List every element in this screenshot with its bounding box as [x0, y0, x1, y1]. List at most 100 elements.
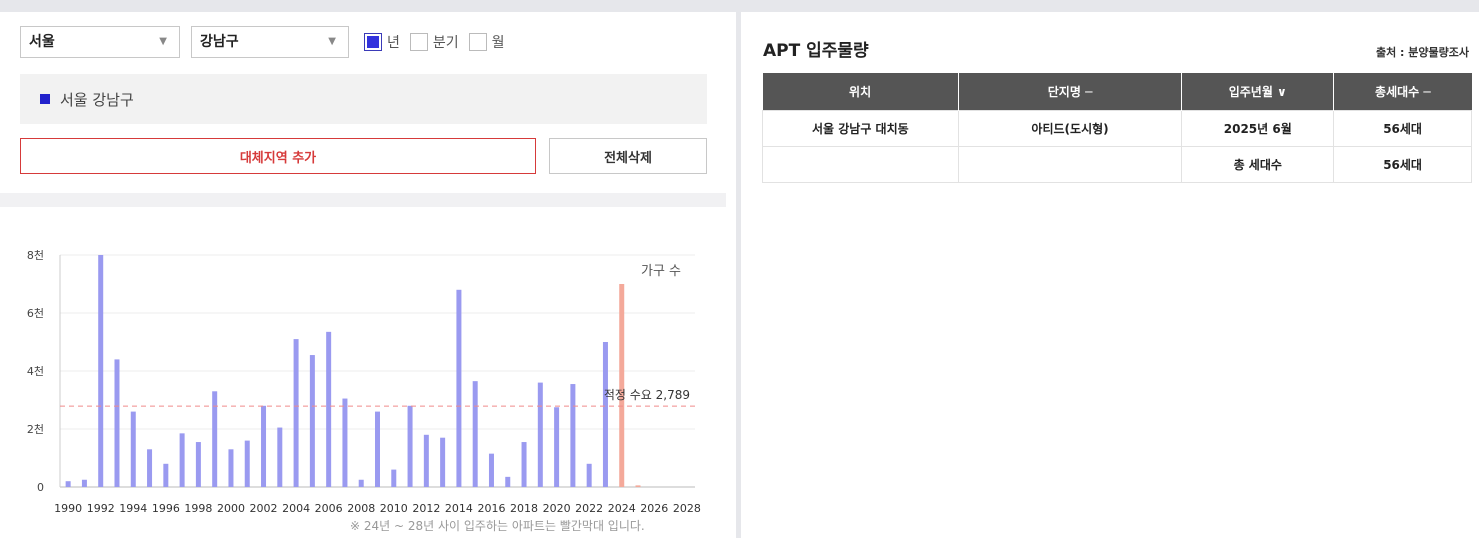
- y-tick-label: 4천: [27, 364, 44, 378]
- bar-2016: [488, 453, 494, 487]
- delete-all-button[interactable]: 전체삭제: [549, 138, 707, 174]
- x-tick-label: 1998: [184, 502, 212, 512]
- cell-move-in: 2025년 6월: [1181, 109, 1335, 147]
- x-tick-label: 2004: [282, 502, 310, 512]
- table-row[interactable]: 서울 강남구 대치동 아티드(도시형) 2025년 6월 56세대: [762, 109, 1472, 147]
- bar-2024: [619, 284, 625, 487]
- x-tick-label: 2014: [445, 502, 473, 512]
- selected-region-bar: 서울 강남구: [20, 74, 707, 124]
- summary-total: 56세대: [1333, 145, 1472, 183]
- bar-2006: [326, 331, 332, 487]
- bar-2005: [309, 355, 315, 487]
- chart-footnote: ※ 24년 ~ 28년 사이 입주하는 아파트는 빨간막대 입니다.: [350, 519, 645, 533]
- column-header-location[interactable]: 위치: [762, 73, 959, 110]
- x-tick-label: 2018: [510, 502, 538, 512]
- bar-2022: [586, 463, 592, 487]
- bar-2015: [472, 381, 478, 487]
- bar-2025: [635, 485, 641, 487]
- apt-source-label: 출처 : 분양물량조사: [1375, 46, 1469, 59]
- bar-1997: [179, 433, 185, 487]
- bar-2001: [244, 440, 250, 487]
- apt-supply-panel: APT 입주물량 출처 : 분양물량조사 위치 단지명 ─ 입주년월 ∨ 총세대…: [741, 12, 1479, 538]
- bar-2014: [456, 289, 462, 487]
- column-header-move-in[interactable]: 입주년월 ∨: [1181, 73, 1335, 110]
- x-tick-label: 2006: [315, 502, 343, 512]
- bar-2004: [293, 339, 299, 487]
- column-header-complex[interactable]: 단지명 ─: [958, 73, 1183, 110]
- section-divider: [0, 193, 726, 207]
- x-tick-label: 2000: [217, 502, 245, 512]
- city-select[interactable]: 서울 ▼: [20, 26, 180, 58]
- bar-2011: [407, 405, 413, 487]
- bar-1995: [147, 449, 153, 487]
- cell-complex: 아티드(도시형): [957, 109, 1183, 147]
- selected-region-label: 서울 강남구: [60, 90, 134, 109]
- x-tick-label: 2012: [412, 502, 440, 512]
- bar-2023: [602, 342, 608, 487]
- cell-households: 56세대: [1333, 109, 1472, 147]
- bar-1992: [98, 255, 104, 487]
- bar-2019: [537, 382, 543, 487]
- table-summary-row: 총 세대수 56세대: [762, 145, 1472, 183]
- y-tick-label: 2천: [27, 422, 44, 436]
- y-tick-label: 6천: [27, 306, 44, 320]
- bar-1996: [163, 463, 169, 487]
- bar-2003: [277, 427, 283, 487]
- bar-2018: [521, 442, 527, 487]
- bar-2017: [505, 476, 511, 487]
- x-tick-label: 1990: [54, 502, 82, 512]
- bar-2020: [554, 407, 560, 487]
- bar-2021: [570, 384, 576, 487]
- cell-empty: [957, 145, 1183, 183]
- apt-section-title: APT 입주물량: [763, 41, 869, 61]
- bar-1994: [130, 411, 136, 487]
- apt-supply-table: 위치 단지명 ─ 입주년월 ∨ 총세대수 ─ 서울 강남구 대치동 아티드(도시…: [762, 73, 1472, 183]
- x-tick-label: 1992: [87, 502, 115, 512]
- region-color-marker: [40, 94, 50, 104]
- checkbox-month[interactable]: [468, 33, 487, 51]
- bar-2012: [423, 434, 429, 487]
- bar-2010: [391, 469, 397, 487]
- y-tick-label: 8천: [27, 248, 44, 262]
- chart-canvas: 0 2천 4천 6천 8천적정 수요 2,789 가구 수 1990 1992 1994 1996…: [27, 248, 701, 515]
- period-label-year: 년: [387, 35, 400, 51]
- district-select-value: 강남구: [200, 34, 239, 50]
- chevron-down-icon: ▼: [328, 36, 336, 47]
- x-tick-label: 2028: [673, 502, 701, 512]
- bar-1990: [65, 481, 71, 487]
- x-tick-label: 2002: [250, 502, 278, 512]
- bar-1998: [195, 442, 201, 487]
- checkbox-quarter[interactable]: [409, 33, 428, 51]
- city-select-value: 서울: [29, 34, 55, 50]
- add-region-button[interactable]: 대체지역 추가: [20, 138, 536, 174]
- x-tick-label: 2016: [477, 502, 505, 512]
- x-tick-label: 2022: [575, 502, 603, 512]
- checkbox-year[interactable]: [364, 33, 382, 51]
- chevron-down-icon: ▼: [159, 36, 167, 47]
- period-label-month: 월: [491, 35, 505, 51]
- cell-location: 서울 강남구 대치동: [762, 109, 959, 147]
- bar-2013: [440, 437, 446, 487]
- table-header-row: 위치 단지명 ─ 입주년월 ∨ 총세대수 ─: [762, 73, 1472, 110]
- period-option-month[interactable]: 월: [468, 32, 505, 52]
- x-tick-label: 2026: [640, 502, 668, 512]
- bar-2000: [228, 449, 234, 487]
- bar-2007: [342, 398, 348, 487]
- chart-panel: 서울 ▼ 강남구 ▼ 년 분기 월 서울 강남구 대체지역 추가 전체삭제 0 2…: [0, 12, 736, 538]
- period-option-year[interactable]: 년: [364, 32, 400, 52]
- reference-line-label: 적정 수요 2,789: [604, 388, 690, 402]
- x-tick-label: 2010: [380, 502, 408, 512]
- period-option-quarter[interactable]: 분기: [409, 32, 459, 52]
- bar-2002: [261, 405, 267, 487]
- summary-label: 총 세대수: [1181, 145, 1335, 183]
- period-label-quarter: 분기: [432, 35, 459, 51]
- bar-2008: [358, 479, 364, 487]
- column-header-households[interactable]: 총세대수 ─: [1333, 73, 1472, 110]
- period-options: 년 분기 월: [364, 32, 515, 52]
- x-tick-label: 2024: [608, 502, 636, 512]
- y-tick-label: 0: [37, 481, 44, 494]
- district-select[interactable]: 강남구 ▼: [191, 26, 349, 58]
- bar-1991: [81, 479, 87, 487]
- x-tick-label: 2008: [347, 502, 375, 512]
- x-tick-label: 1996: [152, 502, 180, 512]
